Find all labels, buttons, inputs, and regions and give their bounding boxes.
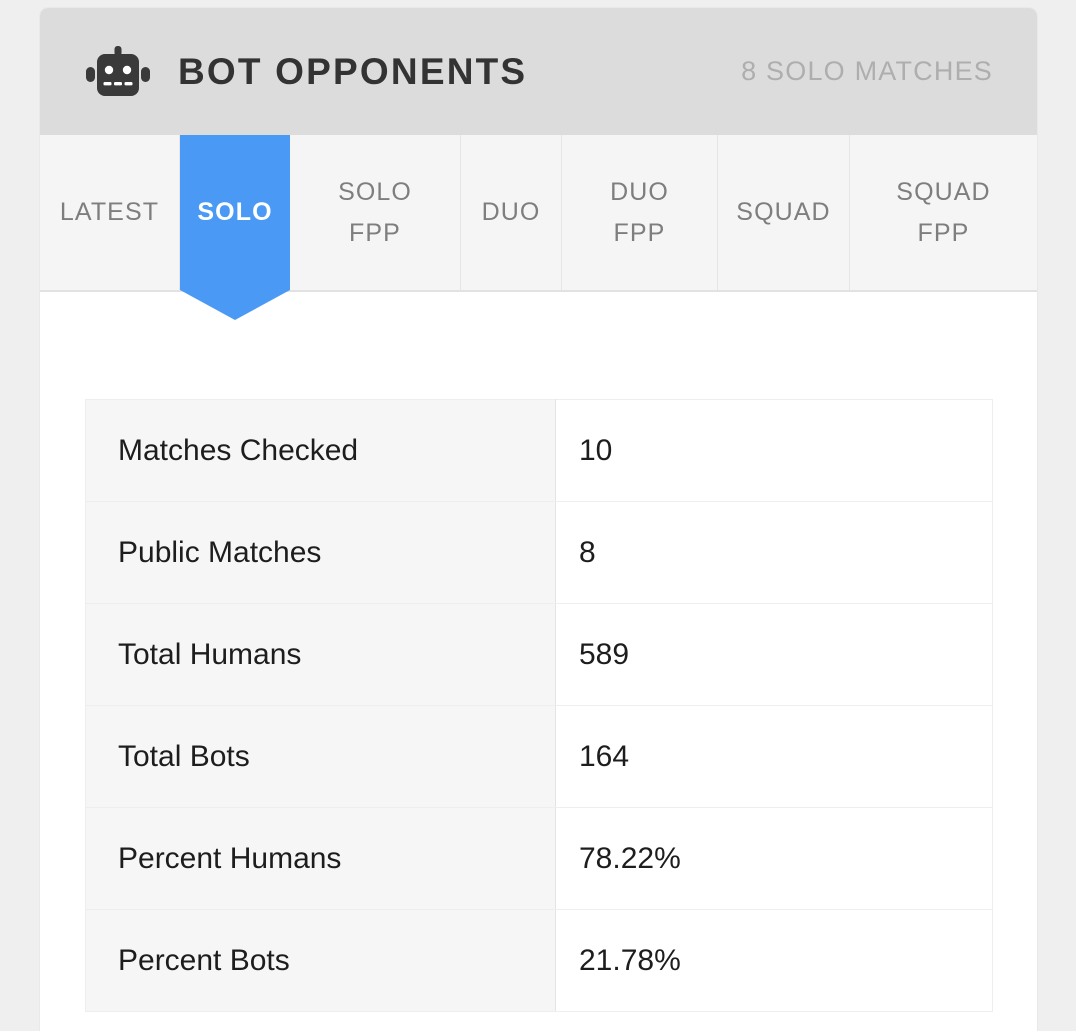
stat-label: Matches Checked [85,399,556,502]
tab-solo-label: SOLO [197,198,273,227]
table-row: Public Matches 8 [85,501,993,604]
stat-value: 78.22% [555,807,993,910]
stat-value: 8 [555,501,993,604]
table-row: Percent Humans 78.22% [85,807,993,910]
bot-stats-table: Matches Checked 10 Public Matches 8 Tota… [85,399,993,1012]
tab-solo-fpp-line2: FPP [349,218,401,247]
tab-solo-fpp[interactable]: SOLO FPP [290,135,461,290]
tab-squad-fpp-line2: FPP [917,218,970,247]
table-row: Total Bots 164 [85,705,993,808]
tab-duo-label: DUO [481,198,541,227]
card-body: Matches Checked 10 Public Matches 8 Tota… [40,292,1037,1012]
card-header: BOT OPPONENTS 8 SOLO MATCHES [40,8,1037,135]
table-row: Percent Bots 21.78% [85,909,993,1012]
stat-value: 164 [555,705,993,808]
tab-duo-fpp-label: DUO FPP [610,172,669,253]
robot-icon [86,45,150,98]
stat-value: 21.78% [555,909,993,1012]
mode-tabbar: LATEST SOLO SOLO FPP DUO DUO FPP SQUAD S… [40,135,1037,320]
tab-squad-fpp[interactable]: SQUAD FPP [850,135,1037,290]
tab-solo-fpp-label: SOLO FPP [338,172,412,253]
tab-solo-fpp-line1: SOLO [338,178,412,206]
stat-value: 589 [555,603,993,706]
stat-value: 10 [555,399,993,502]
tab-duo-fpp-line2: FPP [613,218,666,247]
tab-latest[interactable]: LATEST [40,135,180,290]
tab-latest-label: LATEST [59,198,160,227]
table-row: Matches Checked 10 [85,399,993,502]
table-row: Total Humans 589 [85,603,993,706]
tab-duo[interactable]: DUO [461,135,562,290]
bot-opponents-card: BOT OPPONENTS 8 SOLO MATCHES LATEST SOLO… [40,8,1037,1031]
stat-label: Total Bots [85,705,556,808]
tab-squad-label: SQUAD [736,198,831,227]
screen-root: BOT OPPONENTS 8 SOLO MATCHES LATEST SOLO… [0,0,1076,1031]
tab-squad[interactable]: SQUAD [718,135,850,290]
tab-solo[interactable]: SOLO [180,135,290,320]
tab-squad-fpp-line1: SQUAD [896,178,991,206]
tab-duo-fpp-line1: DUO [610,178,669,206]
tab-duo-fpp[interactable]: DUO FPP [562,135,718,290]
tab-squad-fpp-label: SQUAD FPP [896,172,990,253]
stat-label: Percent Bots [85,909,556,1012]
stat-label: Percent Humans [85,807,556,910]
stat-label: Total Humans [85,603,556,706]
page-title: BOT OPPONENTS [178,51,528,92]
match-count-label: 8 SOLO MATCHES [741,56,993,86]
stat-label: Public Matches [85,501,556,604]
